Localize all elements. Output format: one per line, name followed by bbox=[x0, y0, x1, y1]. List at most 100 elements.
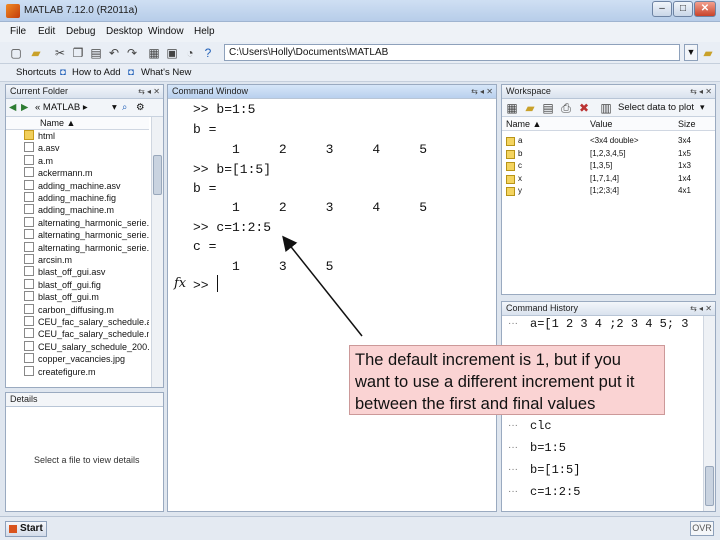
minimize-button[interactable]: – bbox=[652, 1, 672, 17]
command-prompt[interactable]: >> bbox=[193, 278, 209, 293]
copy-icon[interactable]: ❐ bbox=[70, 45, 86, 61]
nav-dropdown-icon[interactable]: ▾ bbox=[112, 102, 117, 113]
save-workspace-icon[interactable]: ▤ bbox=[540, 100, 556, 116]
shortcuts-label[interactable]: Shortcuts bbox=[16, 67, 56, 78]
file-icon bbox=[24, 154, 34, 165]
maximize-button[interactable]: □ bbox=[673, 1, 693, 17]
ws-col-value[interactable]: Value bbox=[590, 119, 612, 129]
path-dropdown-button[interactable]: ▼ bbox=[684, 44, 698, 61]
history-item[interactable]: c=1:2:5 bbox=[530, 485, 580, 499]
paste-icon[interactable]: ▤ bbox=[88, 45, 104, 61]
menu-help[interactable]: Help bbox=[194, 26, 215, 37]
menu-window[interactable]: Window bbox=[148, 26, 184, 37]
workspace-row[interactable]: x [1,7,1,4] 1x4 bbox=[502, 173, 715, 186]
close-button[interactable]: ✕ bbox=[694, 1, 716, 17]
current-folder-path-input[interactable]: C:\Users\Holly\Documents\MATLAB bbox=[224, 44, 680, 61]
ws-col-size[interactable]: Size bbox=[678, 119, 696, 129]
forward-arrow-icon[interactable]: ▶ bbox=[21, 102, 28, 113]
folder-scrollbar[interactable] bbox=[151, 117, 163, 387]
variable-icon bbox=[506, 187, 515, 196]
history-item[interactable]: b=1:5 bbox=[530, 441, 566, 455]
plot-icon[interactable]: ▥ bbox=[598, 100, 614, 116]
menu-desktop[interactable]: Desktop bbox=[106, 26, 143, 37]
start-button[interactable]: Start bbox=[5, 521, 47, 537]
workspace-row[interactable]: y [1;2;3;4] 4x1 bbox=[502, 185, 715, 198]
simulink-icon[interactable]: ▦ bbox=[146, 45, 162, 61]
ws-col-name[interactable]: Name ▲ bbox=[506, 119, 541, 129]
folder-nav-path[interactable]: « MATLAB ▸ bbox=[35, 102, 88, 113]
file-list-item[interactable]: adding_machine.asv bbox=[24, 179, 121, 193]
browse-folder-icon[interactable]: ▰ bbox=[700, 45, 716, 61]
file-list-item[interactable]: createfigure.m bbox=[24, 365, 96, 379]
workspace-row[interactable]: b [1,2,3,4,5] 1x5 bbox=[502, 148, 715, 161]
whats-new-icon[interactable]: ◘ bbox=[128, 67, 134, 78]
panel-menu-icon[interactable]: ⇆ ◂ ✕ bbox=[690, 302, 712, 315]
menu-file[interactable]: File bbox=[10, 26, 26, 37]
ws-var-size: 1x5 bbox=[678, 148, 691, 158]
ws-var-value: <3x4 double> bbox=[590, 136, 639, 145]
file-list-item[interactable]: blast_off_gui.asv bbox=[24, 266, 105, 279]
command-window-panel[interactable]: Command Window ⇆ ◂ ✕ >> b=1:5 b = 1 2 3 … bbox=[167, 84, 497, 512]
help-icon[interactable]: ? bbox=[200, 45, 216, 61]
panel-menu-icon[interactable]: ⇆ ◂ ✕ bbox=[471, 85, 493, 98]
file-list-item[interactable]: html bbox=[24, 130, 55, 143]
history-scrollbar[interactable] bbox=[703, 316, 715, 511]
file-list-item[interactable]: blast_off_gui.m bbox=[24, 291, 99, 304]
history-item[interactable]: clc bbox=[530, 419, 552, 433]
select-data-to-plot[interactable]: Select data to plot bbox=[618, 102, 694, 113]
file-list-item[interactable]: CEU_salary_schedule_200... bbox=[24, 340, 149, 354]
open-folder-icon[interactable]: ▰ bbox=[28, 45, 44, 61]
whats-new-link[interactable]: What's New bbox=[141, 67, 191, 78]
file-icon bbox=[24, 216, 34, 227]
workspace-row[interactable]: a <3x4 double> 3x4 bbox=[502, 135, 715, 148]
file-list-item[interactable]: arcsin.m bbox=[24, 254, 72, 267]
name-column-header[interactable]: Name ▲ bbox=[6, 117, 149, 130]
file-list-item[interactable]: a.m bbox=[24, 154, 53, 168]
search-icon[interactable]: ⌕ bbox=[122, 102, 127, 113]
file-list-item[interactable]: copper_vacancies.jpg bbox=[24, 353, 125, 366]
file-name: copper_vacancies.jpg bbox=[38, 354, 126, 365]
file-list-item[interactable]: blast_off_gui.fig bbox=[24, 278, 101, 292]
file-list-item[interactable]: CEU_fac_salary_schedule.asv bbox=[24, 316, 149, 329]
redo-icon[interactable]: ↷ bbox=[124, 45, 140, 61]
open-variable-icon[interactable]: ▰ bbox=[522, 100, 538, 116]
file-list-item[interactable]: alternating_harmonic_serie... bbox=[24, 216, 149, 230]
details-header[interactable]: Details bbox=[6, 393, 163, 407]
workspace-row[interactable]: c [1,3,5] 1x3 bbox=[502, 160, 715, 173]
history-item[interactable]: a=[1 2 3 4 ;2 3 4 5; 3 bbox=[530, 317, 688, 331]
command-line: 1 3 5 bbox=[193, 259, 334, 274]
how-to-add-link[interactable]: How to Add bbox=[72, 67, 121, 78]
gear-icon[interactable]: ⚙ bbox=[136, 102, 145, 113]
window-title: MATLAB 7.12.0 (R2011a) bbox=[24, 5, 138, 16]
cut-icon[interactable]: ✂ bbox=[52, 45, 68, 61]
new-variable-icon[interactable]: ▦ bbox=[504, 100, 520, 116]
menu-debug[interactable]: Debug bbox=[66, 26, 95, 37]
file-icon bbox=[24, 204, 34, 215]
history-item[interactable]: b=[1:5] bbox=[530, 463, 580, 477]
file-list-item[interactable]: a.asv bbox=[24, 142, 60, 155]
name-column-label[interactable]: Name ▲ bbox=[40, 118, 75, 128]
undo-icon[interactable]: ↶ bbox=[106, 45, 122, 61]
guide-icon[interactable]: ▣ bbox=[164, 45, 180, 61]
profiler-icon[interactable]: ◔ bbox=[182, 45, 198, 61]
file-list-item[interactable]: adding_machine.fig bbox=[24, 192, 116, 205]
function-browser-icon[interactable]: fx bbox=[174, 276, 186, 291]
file-list-item[interactable]: ackermann.m bbox=[24, 167, 93, 180]
file-list-item[interactable]: CEU_fac_salary_schedule.m bbox=[24, 328, 149, 341]
menu-edit[interactable]: Edit bbox=[38, 26, 55, 37]
history-scroll-thumb[interactable] bbox=[705, 466, 714, 506]
plot-dropdown-icon[interactable]: ▾ bbox=[700, 102, 705, 113]
delete-variable-icon[interactable]: ✖ bbox=[576, 100, 592, 116]
panel-menu-icon[interactable]: ⇆ ◂ ✕ bbox=[138, 85, 160, 98]
file-list-item[interactable]: adding_machine.m bbox=[24, 204, 114, 217]
panel-menu-icon[interactable]: ⇆ ◂ ✕ bbox=[690, 85, 712, 98]
file-list-item[interactable]: carbon_diffusing.m bbox=[24, 303, 114, 317]
folder-scroll-thumb[interactable] bbox=[153, 155, 162, 195]
file-list-item[interactable]: alternating_harmonic_serie... bbox=[24, 241, 149, 255]
file-list-item[interactable]: alternating_harmonic_serie... bbox=[24, 229, 149, 242]
new-file-icon[interactable]: ▢ bbox=[8, 45, 24, 61]
variable-icon bbox=[506, 162, 515, 171]
print-icon[interactable]: ⎙ bbox=[558, 100, 574, 116]
add-shortcut-icon[interactable]: ◘ bbox=[60, 67, 66, 78]
back-arrow-icon[interactable]: ◀ bbox=[9, 102, 16, 113]
